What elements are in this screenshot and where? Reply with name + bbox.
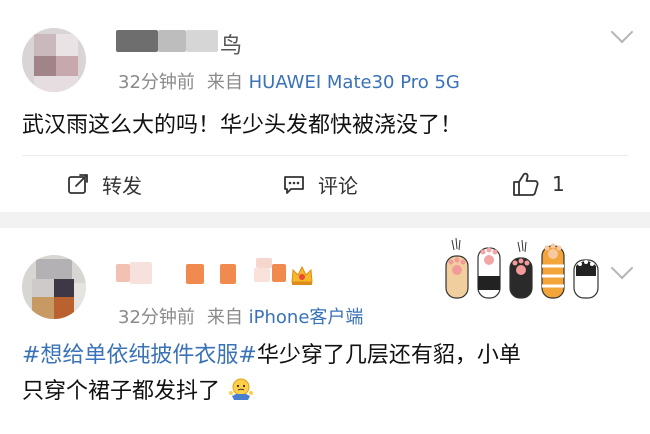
post-text-line-1: #想给单依纯披件衣服#华少穿了几层还有貂，小单 bbox=[22, 338, 521, 374]
like-icon bbox=[513, 172, 539, 196]
chevron-down-icon[interactable] bbox=[610, 20, 634, 44]
repost-label: 转发 bbox=[102, 173, 142, 198]
repost-icon bbox=[68, 174, 88, 194]
avatar[interactable] bbox=[22, 28, 86, 92]
post-text: #想给单依纯披件衣服#华少穿了几层还有貂，小单 只穿个裙子都发抖了 bbox=[22, 338, 521, 410]
source-device[interactable]: HUAWEI Mate30 Pro 5G bbox=[249, 72, 460, 93]
comment-icon bbox=[284, 176, 304, 194]
like-button[interactable]: 1 bbox=[512, 158, 565, 210]
chevron-down-icon[interactable] bbox=[610, 256, 634, 280]
post-meta: 32分钟前 来自 HUAWEI Mate30 Pro 5G bbox=[118, 68, 460, 94]
post-text-segment: 只穿个裙子都发抖了 bbox=[22, 379, 221, 404]
source-prefix: 来自 bbox=[206, 72, 243, 93]
username-visible-char: 鸟 bbox=[220, 34, 243, 59]
crown-badge-icon bbox=[291, 265, 313, 285]
post-text: 武汉雨这么大的吗！华少头发都快被浇没了！ bbox=[22, 113, 463, 138]
post-meta: 32分钟前 来自 iPhone客户端 bbox=[118, 303, 363, 329]
post-time: 32分钟前 bbox=[118, 72, 195, 93]
weibo-comment-1: 鸟 32分钟前 来自 HUAWEI Mate30 Pro 5G 武汉雨这么大的吗！… bbox=[0, 0, 650, 212]
post-text-line-2: 只穿个裙子都发抖了 bbox=[22, 374, 521, 410]
divider bbox=[22, 155, 628, 156]
post-text-segment: 华少穿了几层还有貂，小单 bbox=[256, 343, 521, 368]
comment-button[interactable]: 评论 bbox=[282, 158, 358, 210]
username[interactable] bbox=[116, 258, 326, 286]
section-gap bbox=[0, 212, 650, 228]
action-bar: 转发 评论 1 bbox=[0, 158, 650, 210]
source-prefix: 来自 bbox=[206, 307, 243, 328]
weibo-comment-2: 32分钟前 来自 iPhone客户端 #想给单依纯披件衣服#华少穿了几层还有貂，小… bbox=[0, 228, 650, 434]
source-device[interactable]: iPhone客户端 bbox=[249, 307, 364, 328]
avatar[interactable] bbox=[22, 255, 86, 319]
topic-link[interactable]: #想给单依纯披件衣服# bbox=[22, 343, 257, 368]
repost-button[interactable]: 转发 bbox=[66, 158, 142, 210]
post-time: 32分钟前 bbox=[118, 307, 195, 328]
like-count: 1 bbox=[552, 172, 565, 196]
shrug-emoji bbox=[229, 378, 254, 400]
comment-label: 评论 bbox=[318, 173, 358, 198]
cat-paws-sticker bbox=[445, 237, 599, 299]
username[interactable]: 鸟 bbox=[116, 30, 246, 59]
